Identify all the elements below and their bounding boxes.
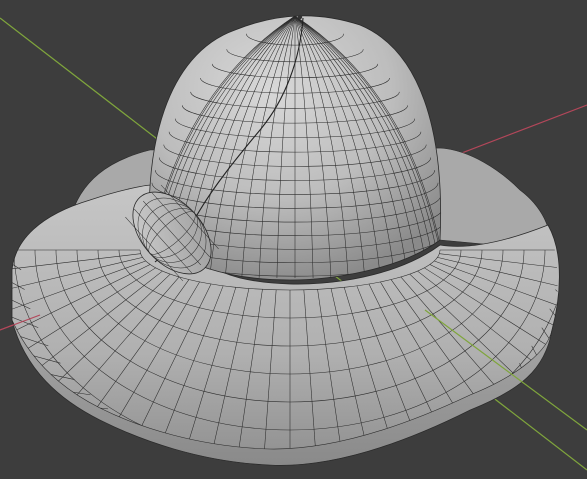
viewport-canvas[interactable]	[0, 0, 587, 479]
hat-mesh[interactable]	[0, 14, 587, 479]
crown-tip-vertex	[297, 14, 303, 20]
3d-viewport[interactable]	[0, 0, 587, 479]
